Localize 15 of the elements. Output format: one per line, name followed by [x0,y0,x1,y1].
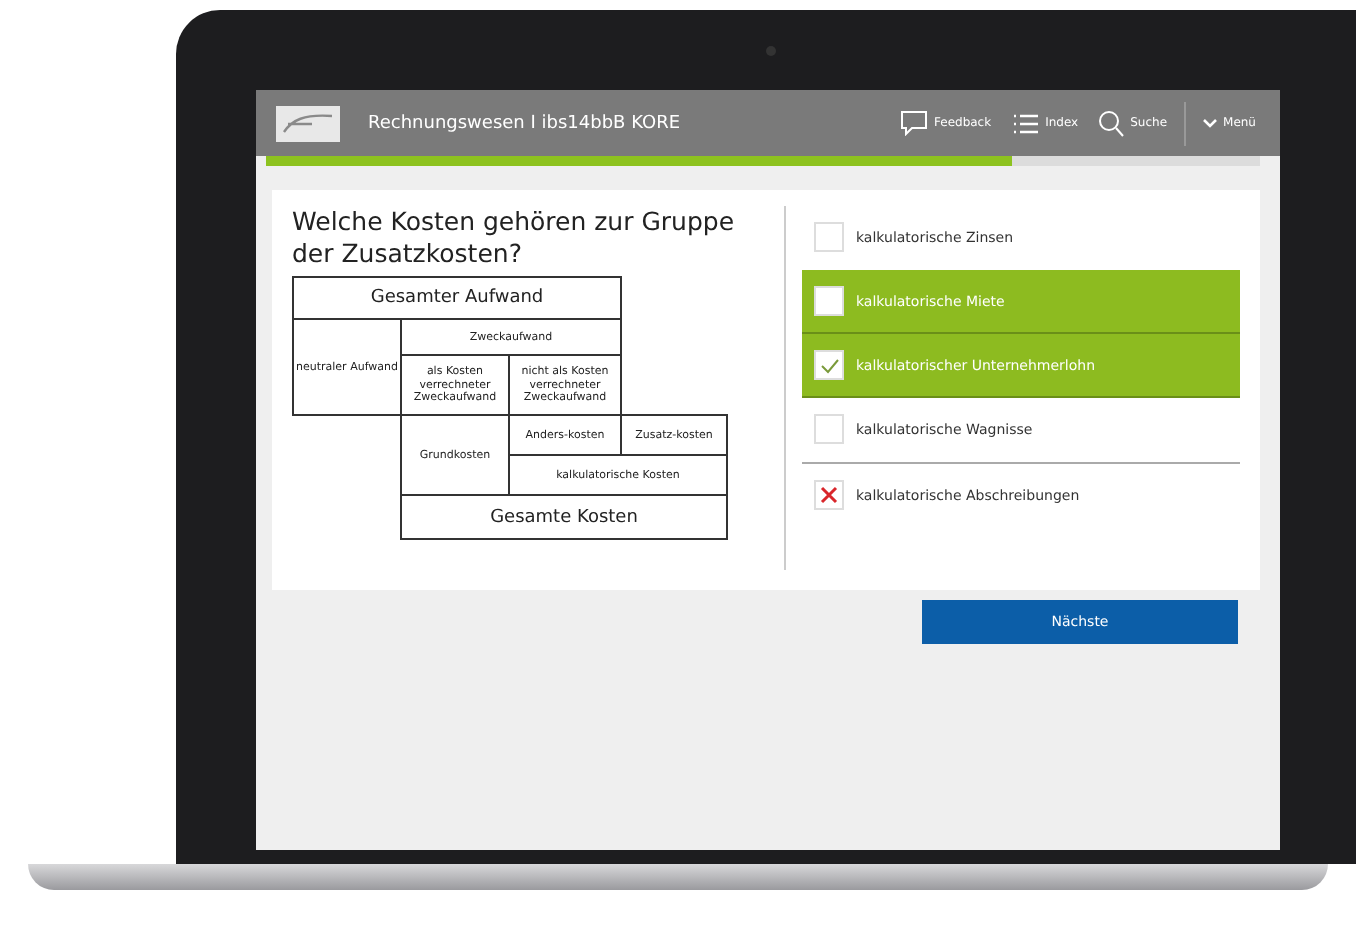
course-title: Rechnungswesen I ibs14bbB KORE [368,113,683,133]
speech-bubble-icon [900,110,928,136]
diagram-cell: Gesamte Kosten [400,494,728,541]
checkbox[interactable] [814,350,844,380]
checkbox[interactable] [814,222,844,252]
list-icon [1011,111,1040,135]
check-icon [819,357,839,373]
checkbox[interactable] [814,286,844,316]
question-text: Welche Kosten gehören zur Gruppe der Zusatzkosten? [292,206,737,269]
checkbox[interactable] [814,414,844,444]
cross-icon [820,486,838,504]
search-icon [1098,109,1125,137]
logo-icon [276,105,340,141]
chevron-down-icon [1201,117,1218,129]
diagram-cell: Gesamter Aufwand [292,276,622,321]
